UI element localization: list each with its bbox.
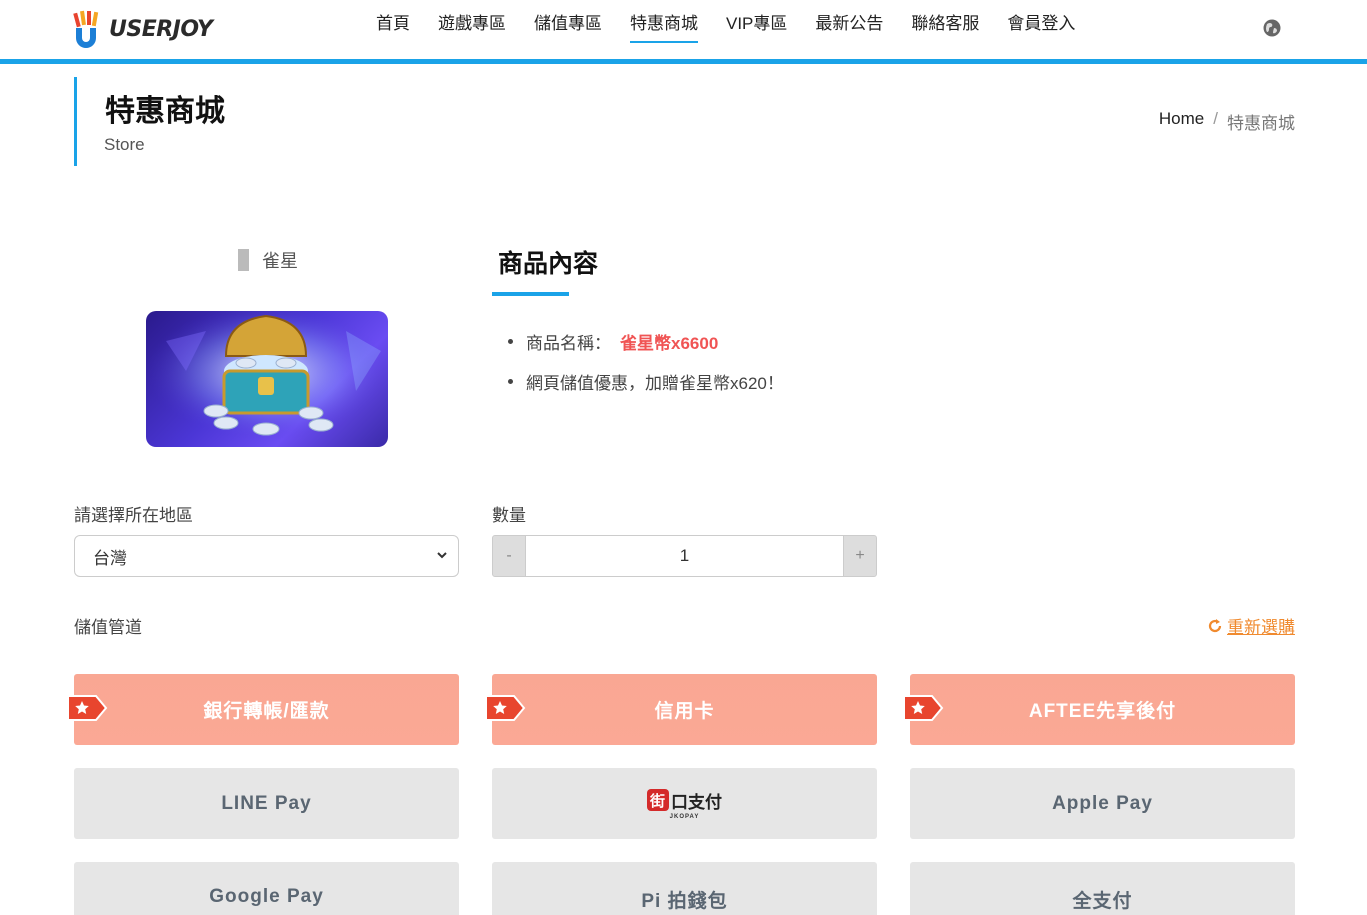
userjoy-logo-icon [73,10,99,48]
star-tag-icon [67,695,108,721]
product-name: 雀星幣x6600 [620,333,719,353]
content-title-underline [492,292,569,296]
jkopay-text: 口支付 [671,792,722,812]
region-select-value: 台灣 [93,548,127,568]
header-accent-bar [0,59,1367,64]
nav-support[interactable]: 聯絡客服 [897,0,993,48]
pay-line-pay-button[interactable]: LINE Pay [74,768,459,839]
pay-apple-pay-button[interactable]: Apple Pay [910,768,1295,839]
pay-google-pay-button[interactable]: Google Pay [74,862,459,915]
site-header: USERJOY 首頁 遊戲專區 儲值專區 特惠商城 VIP專區 最新公告 聯絡客… [0,0,1367,59]
nav-vip[interactable]: VIP專區 [712,0,801,48]
nav-news[interactable]: 最新公告 [801,0,897,48]
breadcrumb: Home / 特惠商城 [1159,109,1295,134]
reselect-link[interactable]: 重新選購 [1207,613,1295,638]
pay-all-pay-label: 全支付 [1072,891,1133,912]
product-image [146,311,388,447]
refresh-icon [1208,618,1222,632]
quantity-label: 數量 [492,506,526,525]
list-item: 網頁儲值優惠，加贈雀星幣x620！ [508,370,784,393]
nav-store[interactable]: 特惠商城 [616,0,712,48]
pay-all-pay-button[interactable]: 全支付 [910,862,1295,915]
channel-label: 儲值管道 [74,618,142,637]
nav-home[interactable]: 首頁 [362,0,424,48]
pay-google-pay-label: Google Pay [209,886,324,907]
nav-topup[interactable]: 儲值專區 [520,0,616,48]
pay-aftee-label: AFTEE先享後付 [1028,701,1177,722]
nav-login[interactable]: 會員登入 [993,0,1089,48]
jkopay-subtext: JKOPAY [669,813,700,820]
pay-credit-card-button[interactable]: 信用卡 [485,674,877,745]
jkopay-logo: 街 口支付 JKOPAY [647,788,722,820]
game-label: 雀星 [238,249,298,271]
nav-games[interactable]: 遊戲專區 [424,0,520,48]
pay-line-pay-label: LINE Pay [221,792,312,814]
chevron-down-icon [437,552,447,559]
pay-apple-pay-label: Apple Pay [1052,792,1153,814]
game-name: 雀星 [262,251,298,271]
product-name-label: 商品名稱： [526,333,611,353]
list-item: 商品名稱： 雀星幣x6600 [508,330,784,353]
quantity-input[interactable]: 1 [526,535,843,577]
page-subtitle: Store [104,135,145,154]
title-accent-bar [74,77,77,166]
pay-bank-transfer-button[interactable]: 銀行轉帳/匯款 [67,674,459,745]
breadcrumb-current: 特惠商城 [1227,114,1295,133]
content-title: 商品內容 [498,250,599,278]
treasure-chest-icon [146,311,388,447]
breadcrumb-separator: / [1213,109,1218,128]
star-tag-icon [485,695,526,721]
pay-aftee-button[interactable]: AFTEE先享後付 [903,674,1295,745]
pay-bank-transfer-label: 銀行轉帳/匯款 [203,701,330,722]
promo-text: 網頁儲值優惠，加贈雀星幣x620！ [526,373,784,393]
quantity-minus-button[interactable]: - [492,535,526,577]
brand-logo[interactable]: USERJOY [73,9,213,49]
main-nav: 首頁 遊戲專區 儲值專區 特惠商城 VIP專區 最新公告 聯絡客服 會員登入 [362,0,1089,59]
jkopay-mark: 街 [647,789,669,811]
page-title: 特惠商城 [105,95,225,128]
reselect-label: 重新選購 [1227,618,1295,637]
game-label-bar [238,249,249,271]
pay-pi-wallet-label: Pi 拍錢包 [641,891,728,912]
region-select[interactable]: 台灣 [74,535,459,577]
breadcrumb-home[interactable]: Home [1159,109,1204,134]
quantity-stepper: - 1 + [492,535,877,577]
star-tag-icon [903,695,944,721]
pay-jkopay-button[interactable]: 街 口支付 JKOPAY [492,768,877,839]
globe-icon[interactable] [1263,19,1281,37]
product-details: 商品名稱： 雀星幣x6600 網頁儲值優惠，加贈雀星幣x620！ [508,330,784,410]
region-label: 請選擇所在地區 [74,506,193,525]
pay-pi-wallet-button[interactable]: Pi 拍錢包 [492,862,877,915]
brand-name: USERJOY [109,16,213,42]
pay-credit-card-label: 信用卡 [654,701,715,722]
quantity-plus-button[interactable]: + [843,535,877,577]
